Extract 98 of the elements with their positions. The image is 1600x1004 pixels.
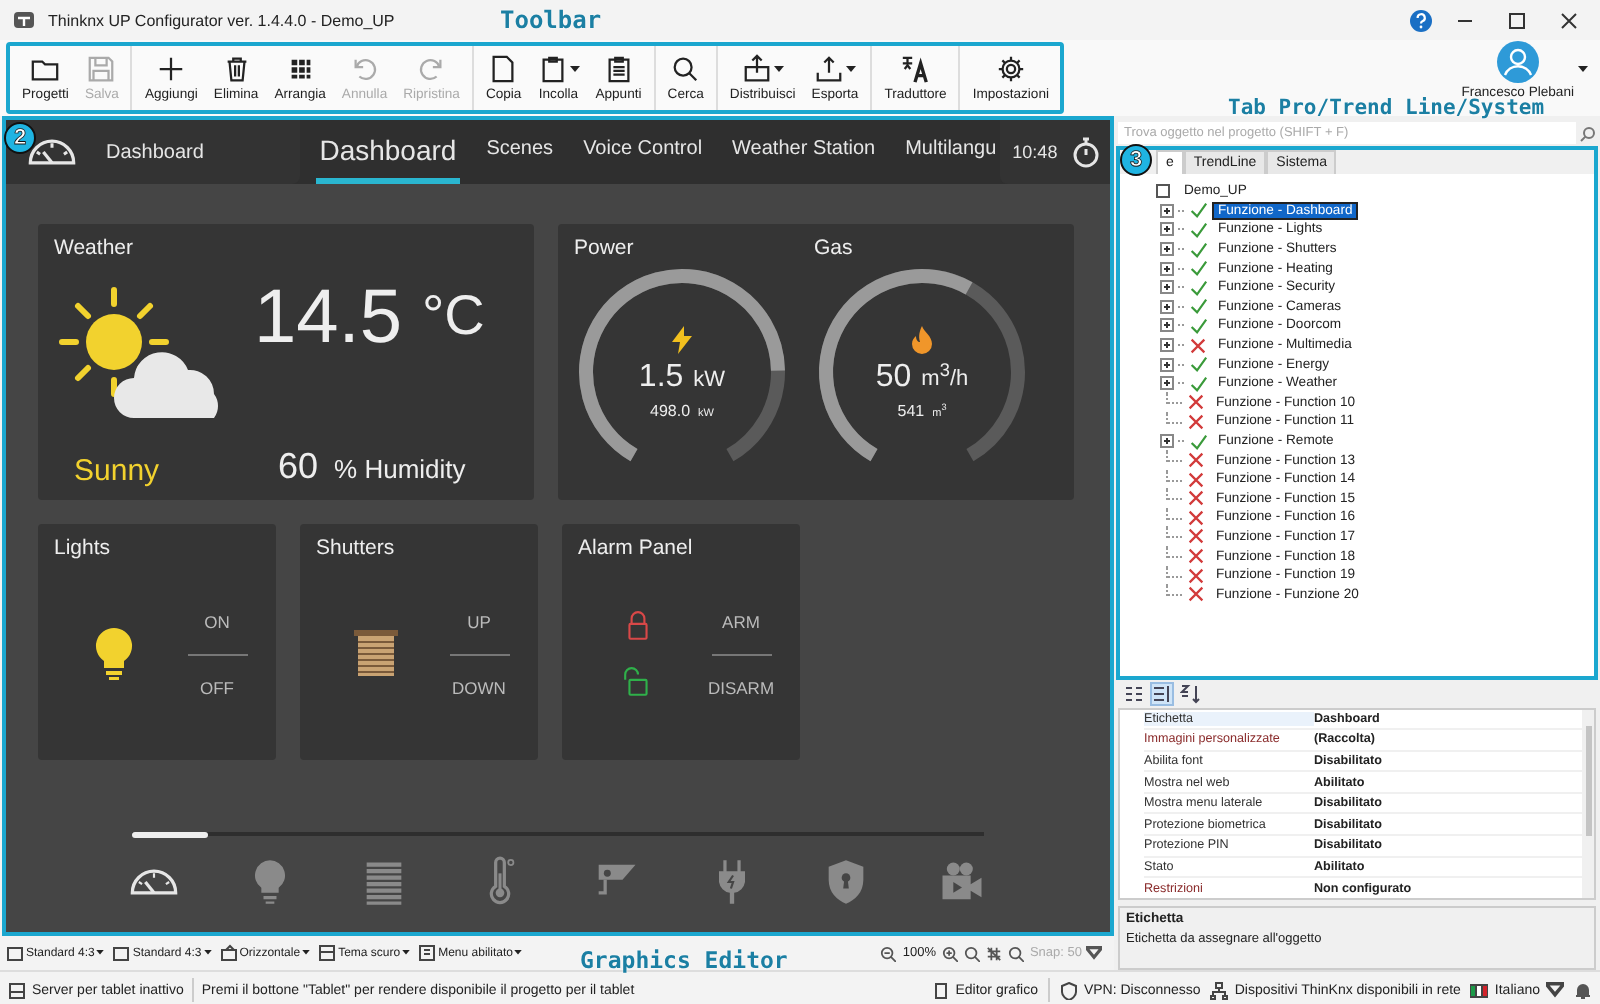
expand-icon[interactable] [1160,318,1174,333]
help-icon[interactable] [1410,9,1432,31]
orientation-icon [219,944,238,962]
annotation-label: Toolbar [500,6,602,34]
page-tab[interactable]: Weather Station [728,120,880,184]
upload-box-icon [741,54,772,84]
page-tab[interactable]: Voice Control [579,120,707,184]
control-button[interactable]: DISARM [703,665,779,709]
annotation-label: Tab Pro/Trend Line/System [1228,96,1545,120]
control-button[interactable]: ARM [718,599,764,643]
settings-icon [995,54,1026,84]
clipboard-icon [537,54,568,84]
search-icon [670,54,701,84]
stopwatch-icon [1069,136,1102,168]
zoom-out-icon[interactable] [880,945,897,961]
shield-icon [1059,981,1078,999]
expand-icon[interactable] [1160,299,1174,314]
server-icon [8,981,26,999]
control-button[interactable]: UP [463,599,495,643]
document-icon [488,54,519,84]
list-view-icon[interactable] [1150,681,1174,706]
humidity-value: 60 [278,446,319,488]
expand-icon[interactable] [1160,242,1174,257]
search-icon [1580,125,1596,141]
zoom-in-icon[interactable] [941,945,958,961]
expand-icon[interactable] [1160,280,1174,295]
expand-icon[interactable] [1160,357,1174,372]
page-tab[interactable]: Dashboard [315,120,461,184]
meter-total: 541 [897,401,925,419]
expand-icon[interactable] [1160,338,1174,353]
redo-icon [416,54,447,84]
bell-icon[interactable] [1574,981,1592,999]
control-button[interactable]: DOWN [448,665,510,709]
lightning-icon [670,325,694,353]
editor-icon [931,981,950,999]
caret-icon [846,65,856,73]
save-icon [86,54,117,84]
card-title: Shutters [316,536,397,560]
theme-icon [318,944,337,962]
card-title: Power [574,236,636,260]
page-tab[interactable]: Multilangu [901,120,1001,184]
caret-icon [203,950,212,956]
caret-icon [1578,66,1588,74]
upload-tray-icon [814,54,844,84]
sort-icon[interactable] [1180,683,1200,704]
categorized-icon[interactable] [1124,683,1144,704]
caret-icon [569,65,580,73]
flag-icon [1470,981,1489,999]
caret-icon [514,950,523,956]
clipboard-list-icon [603,54,634,84]
clock-time: 10:48 [1012,142,1058,162]
caret-icon [302,950,311,956]
meter-unit: m$^{3}$/h [921,359,969,391]
card-title: Gas [814,236,855,260]
annotation-label: Graphics Editor [580,946,788,974]
page-tab[interactable]: Scenes [482,120,558,184]
snap-icon[interactable] [1007,945,1024,961]
humidity-label: % Humidity [334,454,466,484]
network-icon [1210,981,1229,999]
expand-icon[interactable] [1160,376,1174,391]
control-button[interactable]: ON [200,599,234,643]
app-logo-icon [12,8,36,32]
card-title: Alarm Panel [578,536,695,560]
meter-value: 1.5 [638,359,684,395]
undo-icon [349,54,380,84]
caret-icon [773,65,784,73]
weather-condition: Sunny [72,454,162,488]
temperature-unit: °C [421,282,485,344]
caret-icon [1546,981,1564,999]
screen-icon [112,944,131,962]
grid-off-icon[interactable] [985,945,1002,961]
caret-icon [1086,945,1102,961]
caret-icon [96,950,105,956]
caret-icon [402,950,411,956]
folder-icon [30,54,61,84]
expand-icon[interactable] [1160,222,1174,237]
zoom-fit-icon[interactable] [963,945,980,961]
flame-icon [910,325,934,353]
maximize-icon[interactable] [1507,11,1525,29]
page-title: Dashboard [106,141,204,163]
expand-icon[interactable] [1160,261,1174,276]
control-button[interactable]: OFF [196,665,238,709]
scrollbar-thumb[interactable] [1585,725,1591,836]
window-title: Thinknx UP Configurator ver. 1.4.4.0 - Demo_UP [48,11,395,29]
expand-icon[interactable] [1160,434,1174,449]
plus-icon [156,54,187,84]
temperature-value: 14.5 [254,280,402,356]
meter-unit: kW [693,367,726,391]
meter-value: 50 [875,359,912,395]
card-title: Weather [54,236,135,260]
card-title: Lights [54,536,113,560]
screen-icon [6,944,24,962]
expand-icon[interactable] [1160,203,1174,218]
close-icon[interactable] [1559,11,1577,29]
project-icon [1156,184,1170,199]
meter-total: 498.0 [650,401,691,419]
menu-icon [418,944,437,962]
translate-icon [900,54,931,84]
